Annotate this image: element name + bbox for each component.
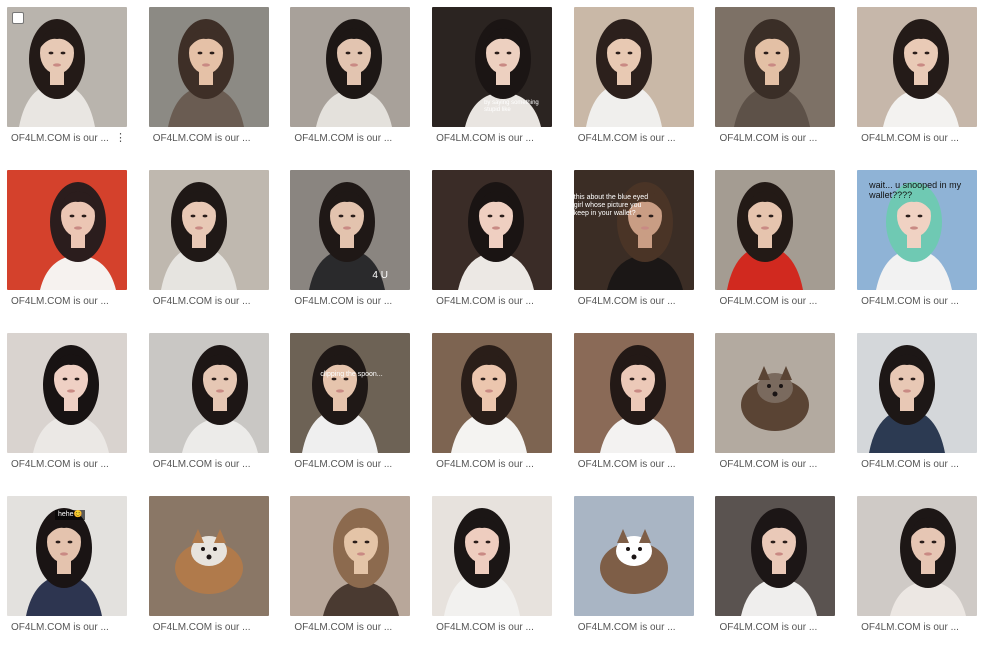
media-tile[interactable]: OF4LM.COM is our ... bbox=[290, 7, 411, 157]
photo-thumbnail[interactable] bbox=[432, 170, 553, 290]
photo-caption-overlay: by saying something stupid like bbox=[484, 100, 539, 113]
photo-caption-overlay: hehe😊 bbox=[55, 510, 86, 521]
photo-caption-overlay: clipping the spoon... bbox=[320, 371, 383, 378]
photo-thumbnail[interactable] bbox=[857, 496, 978, 616]
media-tile[interactable]: OF4LM.COM is our ... bbox=[715, 170, 836, 320]
photo-thumbnail[interactable] bbox=[148, 7, 269, 127]
photo-caption-overlay: this about the blue eyed girl whose pict… bbox=[573, 194, 649, 218]
tile-caption: OF4LM.COM is our ... bbox=[861, 459, 959, 470]
tile-caption: OF4LM.COM is our ... bbox=[436, 459, 534, 470]
media-tile[interactable]: hehe😊 OF4LM.COM is our ... bbox=[7, 496, 127, 646]
media-tile[interactable]: OF4LM.COM is our ... bbox=[715, 496, 836, 646]
media-tile[interactable]: wait... u snooped in my wallet???? OF4LM.… bbox=[857, 170, 978, 320]
tile-caption: OF4LM.COM is our ... bbox=[436, 296, 534, 307]
tile-caption: OF4LM.COM is our ... bbox=[11, 296, 109, 307]
media-tile[interactable]: OF4LM.COM is our ... bbox=[148, 170, 269, 320]
tile-caption: OF4LM.COM is our ... bbox=[577, 133, 676, 144]
tile-caption: OF4LM.COM is our ... bbox=[861, 622, 959, 633]
photo-thumbnail[interactable] bbox=[715, 7, 836, 127]
media-tile[interactable]: OF4LM.COM is our ... bbox=[148, 333, 269, 483]
photo-thumbnail[interactable]: this about the blue eyed girl whose pict… bbox=[573, 170, 694, 290]
photo-thumbnail[interactable] bbox=[573, 7, 694, 127]
more-options-icon[interactable]: ⋮ bbox=[115, 131, 126, 145]
tile-caption: OF4LM.COM is our ... bbox=[436, 622, 534, 633]
photo-thumbnail[interactable] bbox=[7, 7, 127, 127]
photo-thumbnail[interactable] bbox=[432, 333, 553, 453]
media-tile[interactable]: OF4LM.COM is our ... bbox=[7, 333, 127, 483]
tile-caption: OF4LM.COM is our ... bbox=[152, 622, 251, 633]
photo-thumbnail[interactable] bbox=[715, 496, 836, 616]
photo-caption-overlay: 4 U bbox=[372, 270, 388, 281]
tile-caption: OF4LM.COM is our ... bbox=[294, 459, 393, 470]
photo-thumbnail[interactable]: by saying something stupid like bbox=[432, 7, 553, 127]
media-tile[interactable]: OF4LM.COM is our ... bbox=[715, 7, 836, 157]
photo-thumbnail[interactable] bbox=[857, 7, 978, 127]
media-tile[interactable]: OF4LM.COM is our ... bbox=[857, 7, 978, 157]
photo-thumbnail[interactable] bbox=[148, 333, 269, 453]
media-tile[interactable]: OF4LM.COM is our ... bbox=[432, 333, 553, 483]
tile-caption: OF4LM.COM is our ... bbox=[152, 459, 251, 470]
photo-thumbnail[interactable] bbox=[573, 333, 694, 453]
photo-thumbnail[interactable] bbox=[148, 170, 269, 290]
tile-caption: OF4LM.COM is our ... bbox=[11, 133, 109, 144]
photo-thumbnail[interactable]: hehe😊 bbox=[7, 496, 127, 616]
select-checkbox[interactable] bbox=[12, 12, 24, 24]
tile-caption: OF4LM.COM is our ... bbox=[577, 296, 676, 307]
photo-thumbnail[interactable] bbox=[432, 496, 553, 616]
media-tile[interactable]: OF4LM.COM is our ... bbox=[857, 333, 978, 483]
tile-caption: OF4LM.COM is our ... bbox=[152, 296, 251, 307]
media-tile[interactable]: OF4LM.COM is our ... ⋮ bbox=[7, 7, 127, 157]
tile-caption: OF4LM.COM is our ... bbox=[152, 133, 251, 144]
tile-caption: OF4LM.COM is our ... bbox=[11, 459, 109, 470]
photo-thumbnail[interactable] bbox=[715, 170, 836, 290]
photo-thumbnail[interactable] bbox=[148, 496, 269, 616]
media-tile[interactable]: OF4LM.COM is our ... bbox=[857, 496, 978, 646]
tile-caption: OF4LM.COM is our ... bbox=[861, 296, 959, 307]
tile-caption: OF4LM.COM is our ... bbox=[719, 459, 818, 470]
media-tile[interactable]: OF4LM.COM is our ... bbox=[432, 496, 553, 646]
photo-thumbnail[interactable] bbox=[573, 496, 694, 616]
media-tile[interactable]: 4 U OF4LM.COM is our ... bbox=[290, 170, 411, 320]
media-tile[interactable]: clipping the spoon... OF4LM.COM is our ..… bbox=[290, 333, 411, 483]
media-tile[interactable]: OF4LM.COM is our ... bbox=[432, 170, 553, 320]
tile-caption: OF4LM.COM is our ... bbox=[719, 296, 818, 307]
tile-caption: OF4LM.COM is our ... bbox=[294, 622, 393, 633]
photo-thumbnail[interactable]: 4 U bbox=[290, 170, 411, 290]
media-tile[interactable]: OF4LM.COM is our ... bbox=[7, 170, 127, 320]
photo-thumbnail[interactable] bbox=[7, 333, 127, 453]
tile-caption: OF4LM.COM is our ... bbox=[294, 296, 393, 307]
photo-thumbnail[interactable] bbox=[7, 170, 127, 290]
photo-thumbnail[interactable] bbox=[857, 333, 978, 453]
media-tile[interactable]: OF4LM.COM is our ... bbox=[573, 333, 694, 483]
photo-thumbnail[interactable]: wait... u snooped in my wallet???? bbox=[857, 170, 978, 290]
media-tile[interactable]: by saying something stupid like OF4LM.COM… bbox=[432, 7, 553, 157]
tile-caption: OF4LM.COM is our ... bbox=[719, 133, 818, 144]
media-tile[interactable]: OF4LM.COM is our ... bbox=[573, 496, 694, 646]
photo-thumbnail[interactable]: clipping the spoon... bbox=[290, 333, 411, 453]
media-tile[interactable]: OF4LM.COM is our ... bbox=[715, 333, 836, 483]
tile-caption: OF4LM.COM is our ... bbox=[577, 622, 676, 633]
media-tile[interactable]: OF4LM.COM is our ... bbox=[573, 7, 694, 157]
tile-caption: OF4LM.COM is our ... bbox=[11, 622, 109, 633]
media-tile[interactable]: OF4LM.COM is our ... bbox=[290, 496, 411, 646]
tile-caption: OF4LM.COM is our ... bbox=[577, 459, 676, 470]
photo-grid: OF4LM.COM is our ... ⋮ OF4LM.COM is our ..… bbox=[7, 7, 978, 659]
media-tile[interactable]: this about the blue eyed girl whose pict… bbox=[573, 170, 694, 320]
tile-caption: OF4LM.COM is our ... bbox=[294, 133, 393, 144]
tile-caption: OF4LM.COM is our ... bbox=[436, 133, 534, 144]
media-tile[interactable]: OF4LM.COM is our ... bbox=[148, 7, 269, 157]
photo-caption-overlay: wait... u snooped in my wallet???? bbox=[869, 180, 962, 201]
photo-thumbnail[interactable] bbox=[290, 496, 411, 616]
tile-caption: OF4LM.COM is our ... bbox=[719, 622, 818, 633]
photo-thumbnail[interactable] bbox=[290, 7, 411, 127]
photo-thumbnail[interactable] bbox=[715, 333, 836, 453]
tile-caption: OF4LM.COM is our ... bbox=[861, 133, 959, 144]
media-tile[interactable]: OF4LM.COM is our ... bbox=[148, 496, 269, 646]
